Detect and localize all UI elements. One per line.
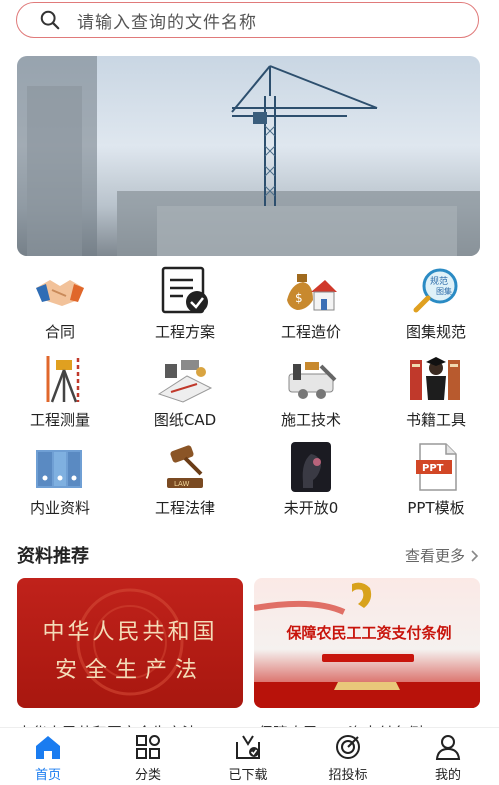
chevron-right-icon (471, 549, 479, 562)
card-subtitle-bar (322, 654, 414, 662)
category-cad[interactable]: 图纸CAD (130, 354, 240, 430)
category-contract[interactable]: 合同 (5, 266, 115, 342)
category-cost[interactable]: $ 工程造价 (256, 266, 366, 342)
section-title: 资料推荐 (17, 546, 89, 567)
card-headline: 保障农民工工资支付条例 (286, 624, 452, 642)
recommend-card-wage-regulation[interactable]: 保障农民工工资支付条例 (254, 578, 480, 708)
category-internal-docs[interactable]: 内业资料 (5, 442, 115, 518)
category-atlas-standards[interactable]: 规范 图集 图集规范 (381, 266, 491, 342)
svg-text:PPT: PPT (422, 463, 444, 474)
search-input[interactable]: 请输入查询的文件名称 (16, 2, 479, 38)
law-gavel-icon: LAW (167, 445, 203, 488)
ppt-file-icon: PPT (416, 443, 457, 491)
home-icon (36, 736, 60, 759)
category-law[interactable]: LAW 工程法律 (130, 442, 240, 518)
books-graduate-icon (410, 357, 460, 400)
recommend-section-header: 资料推荐 查看更多 (17, 542, 479, 568)
search-placeholder: 请输入查询的文件名称 (77, 12, 257, 33)
card-title-line1: 中华人民共和国 (42, 620, 218, 645)
download-check-icon (236, 735, 260, 759)
surveying-tripod-icon (46, 356, 80, 403)
view-more-link[interactable]: 查看更多 (405, 545, 479, 566)
category-project-plan[interactable]: 工程方案 (130, 266, 240, 342)
user-icon (435, 735, 461, 760)
tab-category[interactable]: 分类 (113, 734, 183, 783)
tab-bidding[interactable]: 招投标 (313, 734, 383, 783)
document-check-icon (161, 266, 208, 314)
view-more-label: 查看更多 (404, 547, 465, 565)
tab-mine[interactable]: 我的 (413, 734, 483, 783)
svg-text:图集: 图集 (436, 286, 452, 296)
search-icon (40, 10, 60, 30)
svg-text:规范: 规范 (430, 275, 448, 287)
drawing-tools-icon (157, 360, 213, 403)
svg-text:LAW: LAW (174, 480, 189, 488)
tab-home[interactable]: 首页 (13, 734, 83, 783)
party-emblem-icon (352, 582, 372, 608)
tab-downloaded[interactable]: 已下载 (213, 734, 283, 783)
target-icon (336, 735, 360, 759)
construction-tools-icon (288, 362, 337, 399)
binder-files-icon (36, 450, 82, 488)
grid-icon (136, 735, 160, 759)
handshake-icon (36, 280, 84, 306)
card-title-line2: 安全生产法 (54, 658, 205, 683)
category-not-open[interactable]: 未开放0 (256, 442, 366, 518)
category-construction-tech[interactable]: 施工技术 (256, 354, 366, 430)
category-ppt-template[interactable]: PPT PPT模板 (381, 442, 491, 518)
locked-head-icon (291, 442, 331, 492)
bottom-tab-bar: 首页 分类 已下载 招投标 我的 (0, 727, 499, 785)
magnifier-atlas-icon: 规范 图集 (413, 268, 458, 313)
category-books-tools[interactable]: 书籍工具 (381, 354, 491, 430)
category-survey[interactable]: 工程测量 (5, 354, 115, 430)
money-house-icon: $ (287, 274, 337, 311)
recommend-card-safety-law[interactable]: 中华人民共和国 安全生产法 (17, 578, 243, 708)
svg-text:$: $ (295, 291, 303, 305)
banner-construction-image[interactable] (17, 56, 480, 256)
